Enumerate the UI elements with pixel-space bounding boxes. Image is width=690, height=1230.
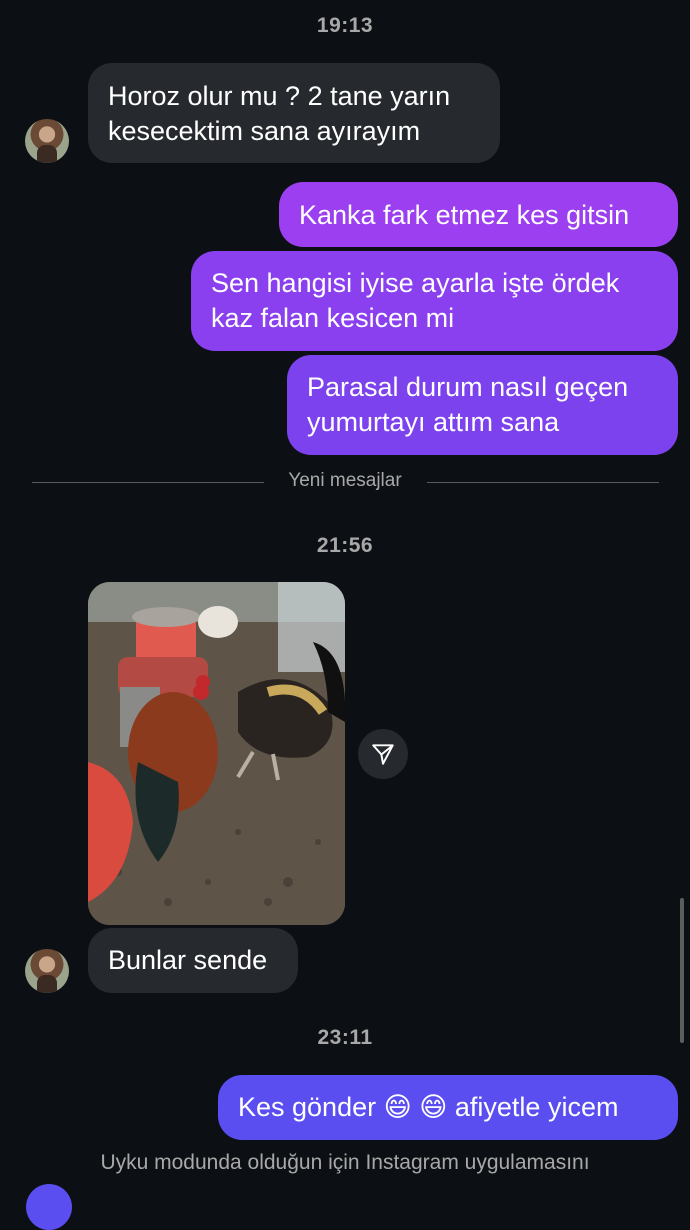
message-text: Parasal durum nasıl geçen yumurtayı attı…: [307, 372, 629, 437]
timestamp: 23:11: [317, 1026, 373, 1049]
outgoing-message-bubble[interactable]: Kes gönder 😄 😄 afiyetle yicem: [218, 1075, 678, 1140]
scrollbar[interactable]: [680, 898, 684, 1043]
message-text: Kes gönder 😄 😄 afiyetle yicem: [238, 1092, 619, 1122]
contact-avatar[interactable]: [25, 949, 69, 993]
timestamp: 19:13: [316, 14, 374, 37]
bottom-avatar[interactable]: [26, 1184, 72, 1230]
outgoing-message-bubble[interactable]: Parasal durum nasıl geçen yumurtayı attı…: [287, 355, 678, 455]
message-text: Sen hangisi iyise ayarla işte ördek kaz …: [211, 268, 620, 333]
contact-avatar[interactable]: [25, 119, 69, 163]
incoming-message-bubble[interactable]: Horoz olur mu ? 2 tane yarın kesecektim …: [88, 63, 500, 163]
divider-line-right: [427, 482, 659, 483]
new-messages-divider: Yeni mesajlar: [288, 470, 402, 491]
message-text: Bunlar sende: [108, 945, 268, 975]
message-text: Horoz olur mu ? 2 tane yarın kesecektim …: [108, 81, 451, 146]
sleep-mode-notice: Uyku modunda olduğun için Instagram uygu…: [100, 1151, 590, 1174]
share-button[interactable]: [358, 729, 408, 779]
share-arrow-icon: [372, 744, 394, 765]
message-text: Kanka fark etmez kes gitsin: [299, 200, 630, 230]
rooster-photo: [88, 582, 345, 925]
outgoing-message-bubble[interactable]: Sen hangisi iyise ayarla işte ördek kaz …: [191, 251, 678, 351]
outgoing-message-bubble[interactable]: Kanka fark etmez kes gitsin: [279, 182, 678, 247]
photo-message[interactable]: [88, 582, 345, 925]
incoming-message-bubble[interactable]: Bunlar sende: [88, 928, 298, 993]
timestamp: 21:56: [316, 534, 374, 557]
